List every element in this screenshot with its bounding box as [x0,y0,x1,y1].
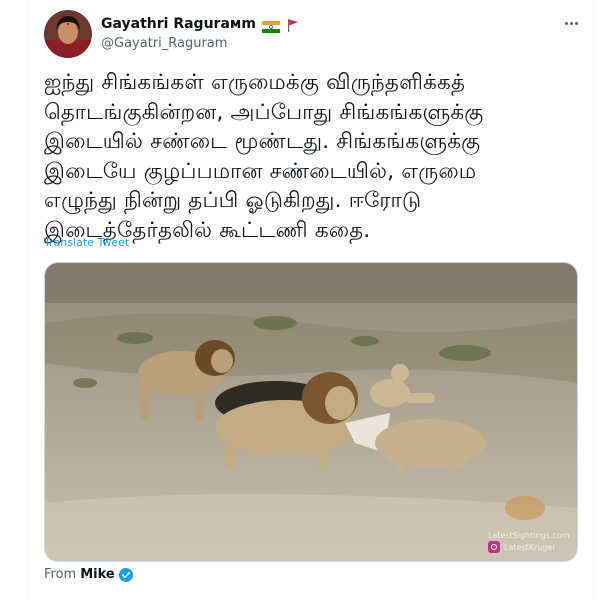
verified-badge-icon [118,567,133,582]
more-options-icon[interactable] [560,14,582,32]
from-label: From [44,567,77,582]
source-user-link[interactable]: Mike [80,567,115,582]
red-flag-icon [286,17,300,32]
translate-tweet-link[interactable]: Translate Tweet [44,236,129,249]
instagram-handle: LatestKruger [504,542,556,552]
instagram-icon [488,541,500,553]
user-handle[interactable]: @Gayatri_Raguram [101,36,227,51]
india-flag-icon [261,18,280,33]
display-name[interactable]: Gayathri Ragurамm [101,16,256,32]
media-source: From Mike [44,567,133,582]
name-row: Gayathri Ragurамm [101,16,300,33]
avatar[interactable] [44,10,92,58]
instagram-credit: LatestKruger [488,541,556,553]
tweet-media-image[interactable] [44,262,578,562]
tweet-text: ஐந்து சிங்கங்கள் எருமைக்கு விருந்தளிக்கத… [44,70,484,243]
